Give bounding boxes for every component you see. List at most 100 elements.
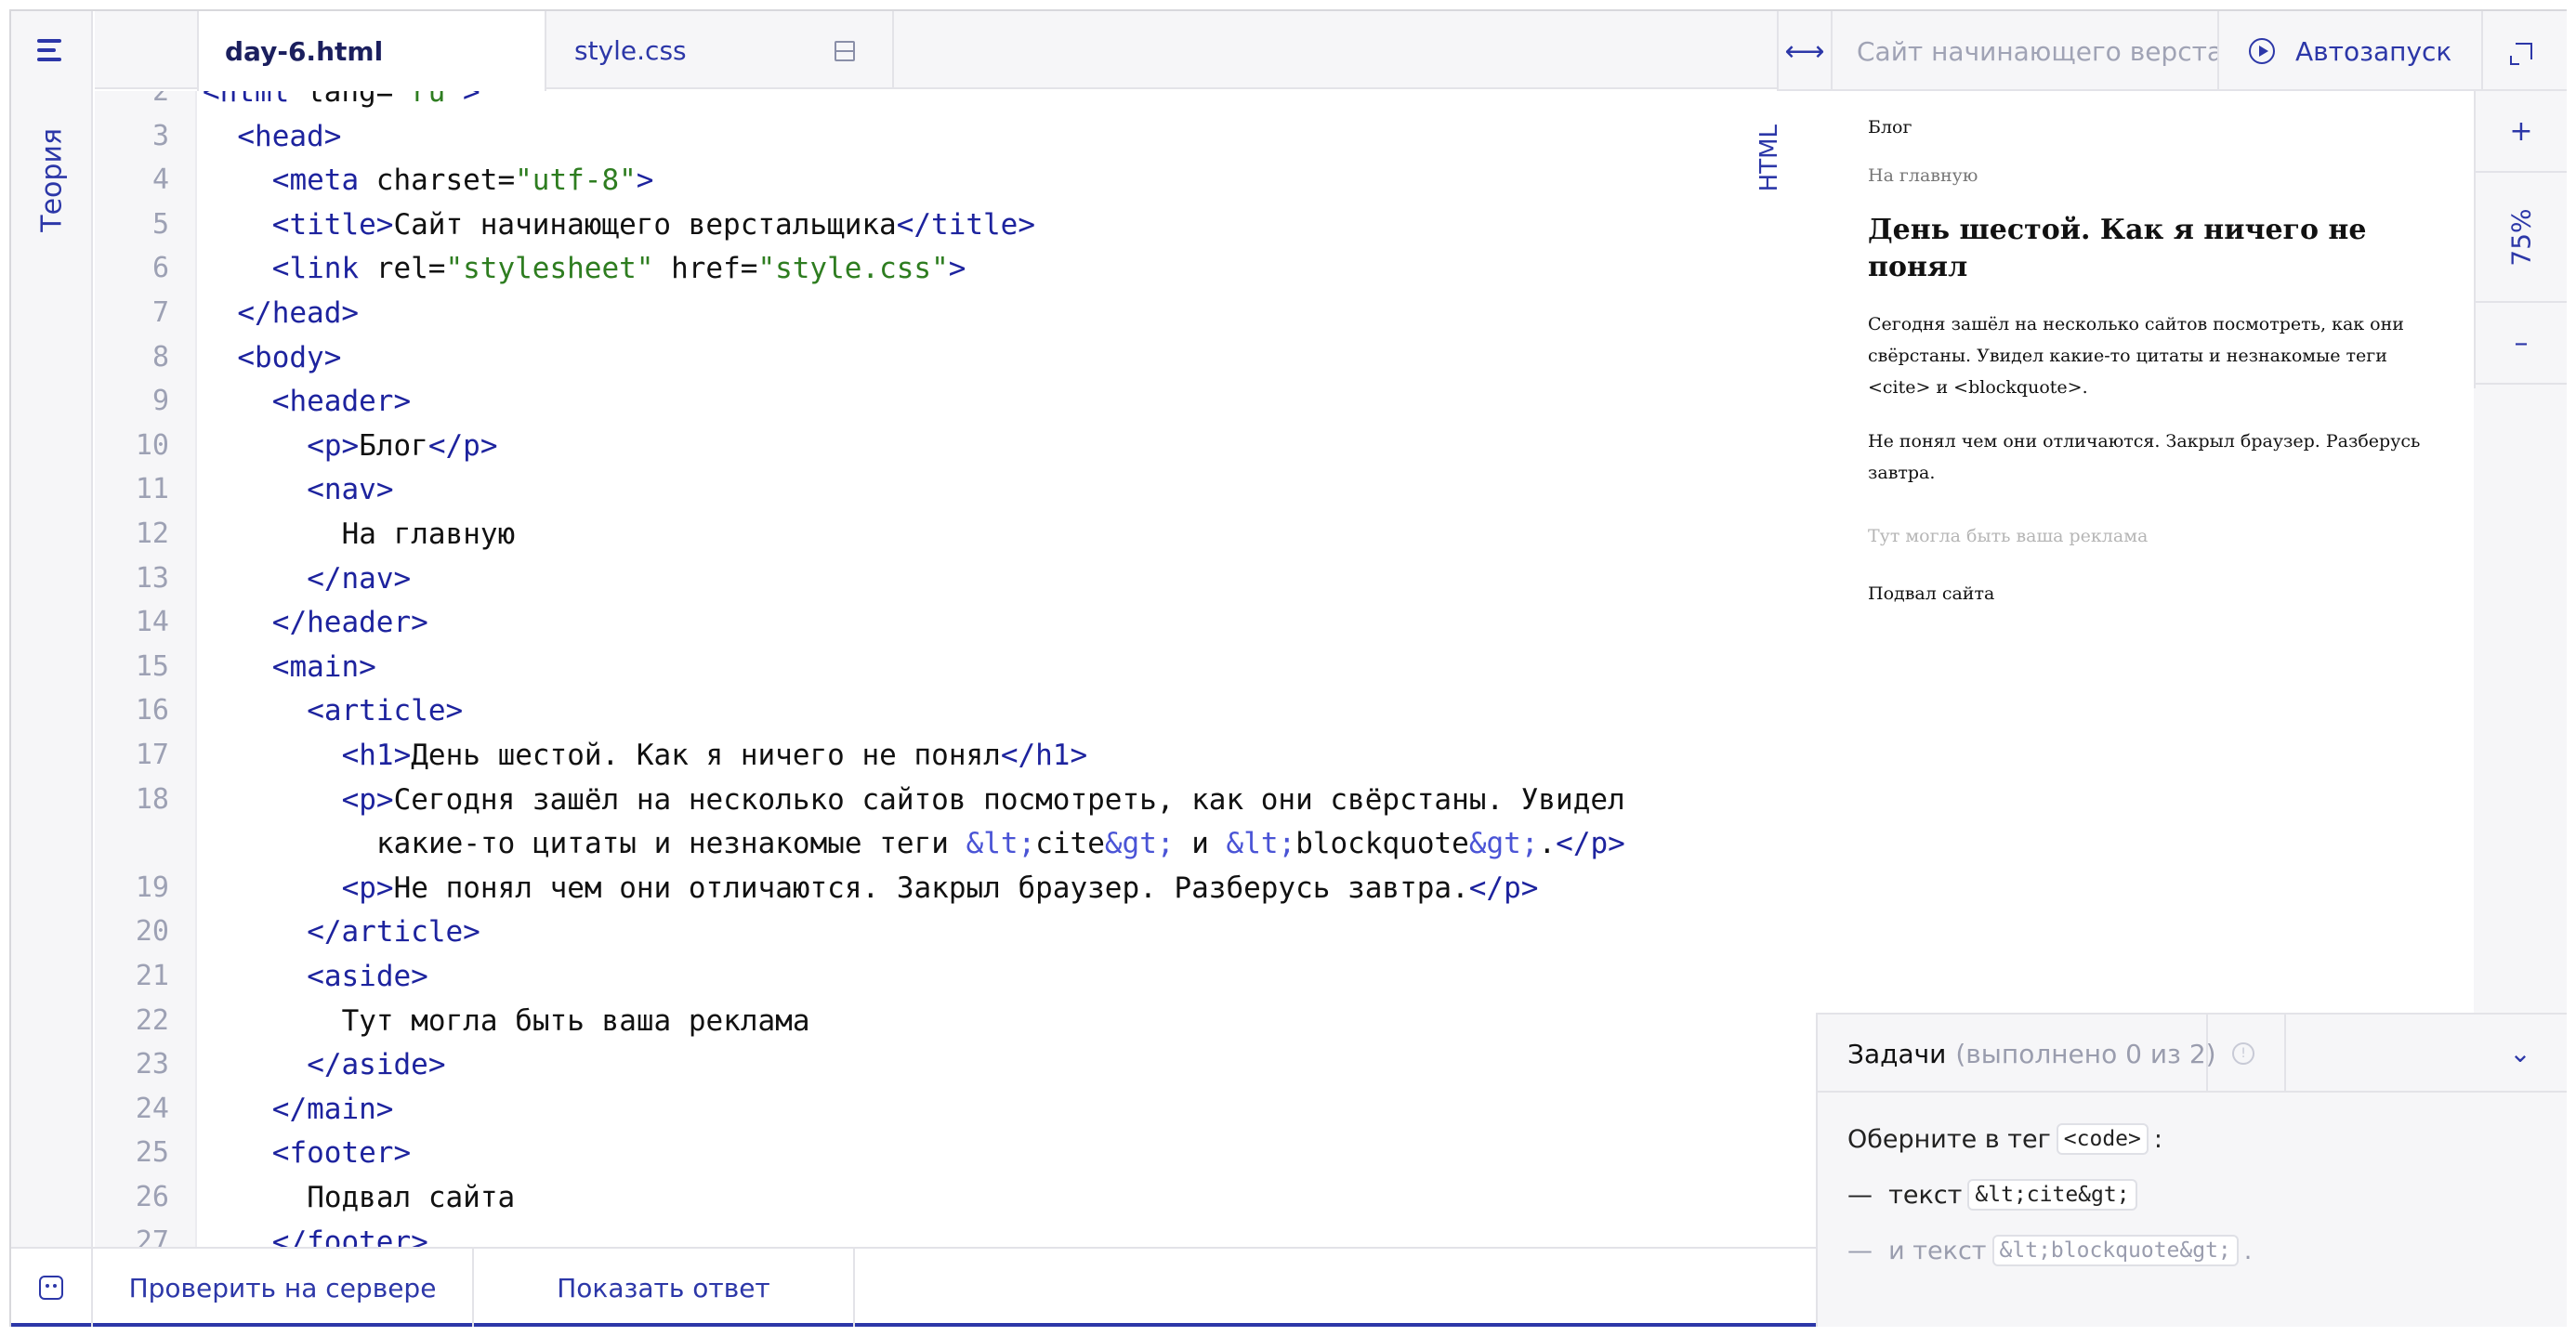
code-text: <h1>День шестой. Как я ничего не понял</… <box>341 739 1088 772</box>
code-line: 4 <meta charset="utf-8"> <box>95 161 1814 200</box>
code-line: 13 </nav> <box>95 559 1814 598</box>
show-answer-button[interactable]: Показать ответ <box>474 1249 855 1327</box>
tasks-panel: Задачи (выполнено 0 из 2) ! ⌄ Оберните в… <box>1816 1013 2567 1327</box>
code-text: </article> <box>307 915 480 950</box>
line-number: 18 <box>135 782 169 816</box>
code-line: 8 <body> <box>95 338 1814 377</box>
code-line: 15 <main> <box>95 648 1814 687</box>
line-number: 8 <box>151 340 169 373</box>
preview-blog: Блог <box>1868 117 1912 138</box>
collapse-chevron-icon[interactable]: ⌄ <box>2502 1035 2539 1072</box>
tasks-title: Задачи (выполнено 0 из 2) <box>1847 1038 2216 1069</box>
code-text: Тут могла быть ваша реклама <box>341 1003 810 1038</box>
split-view-icon[interactable] <box>835 41 855 61</box>
preview-heading: День шестой. Как я ничего не понял <box>1868 214 2367 283</box>
line-number: 21 <box>135 960 169 992</box>
line-number: 12 <box>135 517 169 550</box>
code-line: 5 <title>Сайт начинающего верстальщика</t… <box>95 205 1814 244</box>
code-text: </main> <box>271 1092 394 1126</box>
line-number: 3 <box>151 119 169 152</box>
tasks-body: Оберните в тег <code> : — текст &lt;cite… <box>1847 1111 2554 1278</box>
zoom-level: 75% <box>2476 173 2567 303</box>
autorun-label: Автозапуск <box>2295 35 2452 67</box>
code-text: <p>Сегодня зашёл на несколько сайтов пос… <box>341 782 1625 817</box>
code-text: <title>Сайт начинающего верстальщика</ti… <box>271 207 1036 242</box>
code-text: <body> <box>237 340 342 374</box>
code-line: 19 <p>Не понял чем они отличаются. Закрыл… <box>95 869 1814 908</box>
task-item: — текст &lt;cite&gt; <box>1847 1167 2554 1223</box>
code-line: 9 <header> <box>95 382 1814 421</box>
line-number: 15 <box>135 649 169 683</box>
code-line: 24 </main> <box>95 1090 1814 1129</box>
preview-header: ⟷ Сайт начинающего верстальщика Автозапу… <box>1777 11 2567 91</box>
preview-aside: Тут могла быть ваша реклама <box>1868 526 2149 546</box>
code-chip: &lt;cite&gt; <box>1967 1179 2137 1211</box>
code-text: <html lang="ru"> <box>203 91 480 109</box>
zoom-in-button[interactable]: + <box>2476 91 2567 173</box>
code-line: 20 </article> <box>95 912 1814 951</box>
code-text: какие-то цитаты и незнакомые теги &lt;ci… <box>376 827 1625 861</box>
code-text: </header> <box>271 606 428 640</box>
code-line: 11 <nav> <box>95 470 1814 509</box>
theory-toggle[interactable]: Теория <box>22 128 82 314</box>
code-text: <p>Не понял чем они отличаются. Закрыл б… <box>341 871 1539 905</box>
autorun-button[interactable]: Автозапуск <box>2221 11 2483 91</box>
code-text: <aside> <box>307 960 428 993</box>
preview-nav: На главную <box>1868 165 1978 186</box>
code-text: Подвал сайта <box>307 1181 516 1214</box>
code-line: 12 На главную <box>95 515 1814 554</box>
code-line: 23 </aside> <box>95 1045 1814 1084</box>
code-line: 3 <head> <box>95 117 1814 156</box>
code-editor[interactable]: 2 <html lang="ru"> 3 <head> 4 <meta charset="… <box>95 91 1816 1247</box>
line-number: 9 <box>151 385 169 418</box>
code-line: 22 Тут могла быть ваша реклама <box>95 1002 1814 1041</box>
bottom-toolbar: Проверить на сервере Показать ответ <box>11 1247 1816 1327</box>
preview-paragraph-1: Сегодня зашёл на несколько сайтов посмот… <box>1868 314 2404 398</box>
preview-paragraph-2: Не понял чем они отличаются. Закрыл брау… <box>1868 431 2421 483</box>
menu-icon[interactable] <box>37 39 65 65</box>
code-line: 10 <p>Блог</p> <box>95 426 1814 465</box>
rendered-page: Блог На главную День шестой. Как я ничег… <box>1816 91 2474 1013</box>
task-item: — и текст &lt;blockquote&gt; . <box>1847 1235 2253 1266</box>
resize-handle-icon[interactable]: ⟷ <box>1777 11 1833 91</box>
preview-area: Блог На главную День шестой. Как я ничег… <box>1816 91 2567 1013</box>
code-text: <footer> <box>271 1136 412 1171</box>
code-text: <header> <box>271 385 412 419</box>
line-number: 4 <box>151 164 169 197</box>
zoom-out-button[interactable]: – <box>2476 303 2567 385</box>
line-number: 5 <box>151 207 169 241</box>
preview-title: Сайт начинающего верстальщика <box>1834 11 2219 91</box>
fullscreen-button[interactable] <box>2483 11 2565 91</box>
tab-day-6-html[interactable]: day-6.html <box>197 11 546 91</box>
info-icon[interactable]: ! <box>2232 1042 2254 1065</box>
line-number: 14 <box>135 606 169 639</box>
line-number: 23 <box>135 1048 169 1081</box>
code-text: <head> <box>237 119 342 153</box>
task-instruction: Оберните в тег <code> : <box>1847 1123 2162 1155</box>
line-number: 25 <box>135 1136 169 1170</box>
code-chip: <code> <box>2056 1123 2149 1155</box>
code-text: </aside> <box>307 1048 446 1082</box>
play-icon <box>2249 38 2275 64</box>
code-text: <article> <box>307 694 464 728</box>
check-on-server-button[interactable]: Проверить на сервере <box>93 1249 474 1327</box>
line-number: 11 <box>135 473 169 506</box>
report-bug-button[interactable] <box>11 1249 93 1327</box>
tasks-header: Задачи (выполнено 0 из 2) ! ⌄ <box>1818 1015 2567 1093</box>
line-number: 16 <box>135 694 169 727</box>
line-number: 13 <box>135 561 169 595</box>
line-number: 19 <box>135 871 169 904</box>
code-line: 16 <article> <box>95 691 1814 730</box>
code-line: 18 <p>Сегодня зашёл на несколько сайтов п… <box>95 780 1814 819</box>
tasks-progress: (выполнено 0 из 2) <box>1955 1038 2216 1069</box>
code-line: 2 <html lang="ru"> <box>95 91 1814 111</box>
code-text: <p>Блог</p> <box>307 428 498 463</box>
code-line: 6 <link rel="stylesheet" href="style.css"… <box>95 249 1814 288</box>
line-number: 10 <box>135 428 169 462</box>
editor-tabs: day-6.html style.css <box>95 11 1816 91</box>
code-text: </nav> <box>307 561 412 596</box>
tab-style-css[interactable]: style.css <box>546 11 894 89</box>
line-number: 6 <box>151 252 169 285</box>
theory-label: Теория <box>35 128 69 232</box>
line-number: 7 <box>151 296 169 329</box>
